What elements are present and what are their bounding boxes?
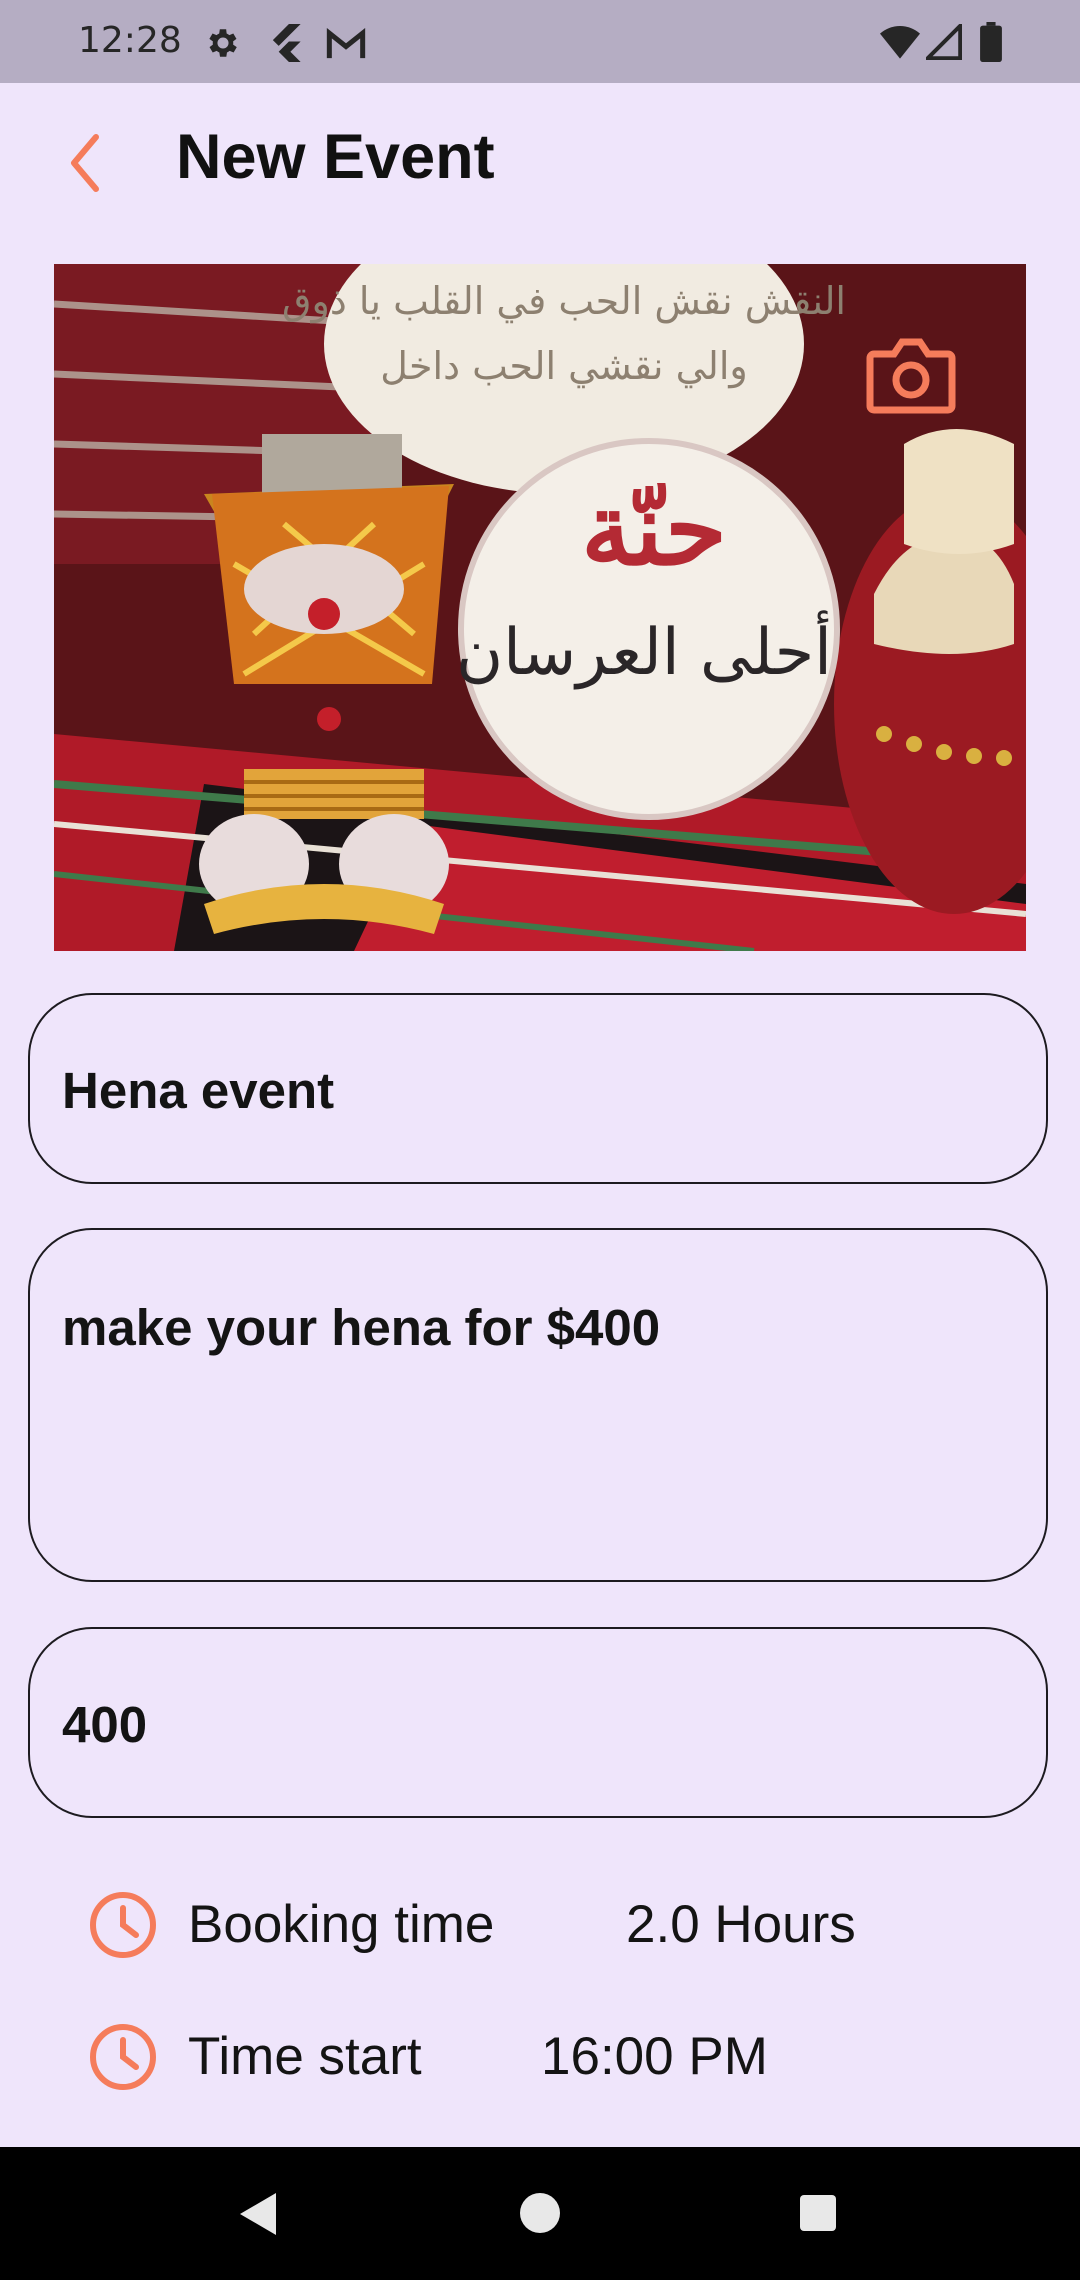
- event-description-value: make your hena for $400: [62, 1299, 661, 1356]
- time-start-value: 16:00 PM: [541, 2027, 768, 2086]
- booking-time-label: Booking time: [188, 1895, 495, 1954]
- home-circle-icon[interactable]: [518, 2191, 562, 2235]
- app-bar: New Event: [0, 83, 1080, 235]
- signal-icon: [926, 24, 962, 60]
- event-name-field[interactable]: Hena event: [28, 993, 1048, 1184]
- back-triangle-icon[interactable]: [236, 2191, 280, 2237]
- event-price-field[interactable]: 400: [28, 1627, 1048, 1818]
- camera-icon: [866, 338, 956, 414]
- svg-text:حنّة: حنّة: [581, 470, 727, 588]
- booking-time-row[interactable]: Booking time 2.0 Hours: [0, 1880, 1080, 1970]
- back-button[interactable]: [56, 121, 120, 205]
- clock-icon: [90, 2024, 156, 2090]
- event-name-value: Hena event: [62, 1062, 335, 1119]
- status-time: 12:28: [78, 20, 182, 61]
- recents-square-icon[interactable]: [798, 2193, 838, 2233]
- time-start-label: Time start: [188, 2027, 422, 2086]
- gmail-icon: [326, 28, 366, 59]
- status-bar: 12:28: [0, 0, 1080, 83]
- svg-text:أحلى العرسان: أحلى العرسان: [456, 610, 832, 690]
- page-title: New Event: [176, 122, 495, 192]
- time-start-row[interactable]: Time start 16:00 PM: [0, 2012, 1080, 2102]
- event-description-field[interactable]: make your hena for $400: [28, 1228, 1048, 1582]
- event-price-value: 400: [62, 1696, 148, 1753]
- change-photo-button[interactable]: [866, 336, 956, 416]
- system-nav-bar: [0, 2147, 1080, 2280]
- flutter-icon: [272, 24, 301, 62]
- chevron-left-icon: [71, 134, 99, 192]
- booking-time-value: 2.0 Hours: [626, 1895, 856, 1954]
- battery-icon: [980, 22, 1002, 62]
- clock-icon: [90, 1892, 156, 1958]
- gear-icon: [209, 29, 237, 57]
- sign-top-text-2: والي نقشي الحب داخل: [380, 344, 748, 389]
- sign-top-text-1: النقش نقش الحب في القلب يا ذوق: [282, 279, 846, 324]
- wifi-icon: [880, 26, 920, 59]
